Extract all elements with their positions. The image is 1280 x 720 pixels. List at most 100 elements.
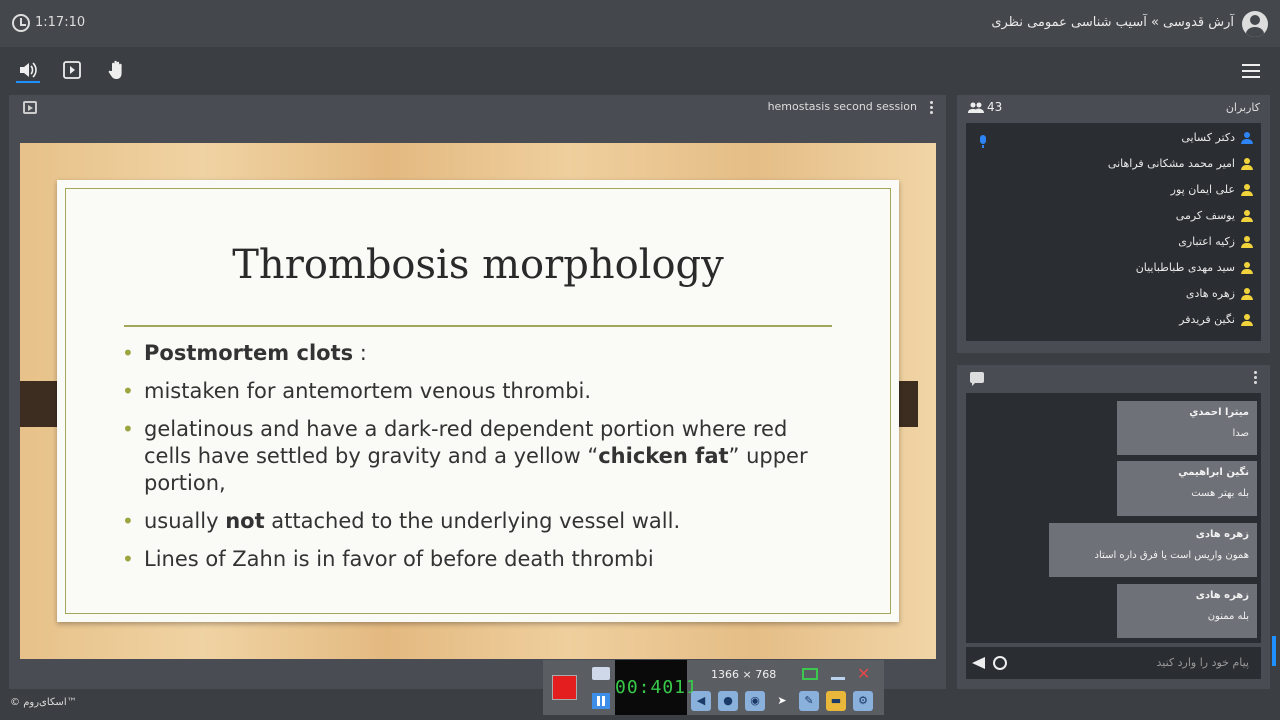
clock-icon <box>12 14 30 32</box>
camera-icon[interactable] <box>592 667 610 680</box>
user-icon <box>1241 288 1253 300</box>
cursor-icon[interactable]: ➤ <box>772 691 792 711</box>
slide-divider <box>124 325 832 327</box>
bullet-item: mistaken for antemortem venous thrombi. <box>120 378 820 405</box>
user-row[interactable]: زهره هادی <box>966 283 1261 309</box>
user-row[interactable]: نگین فریدفر <box>966 309 1261 335</box>
speaker-icon[interactable] <box>17 59 39 81</box>
user-row[interactable]: دکتر کسایی <box>966 127 1261 153</box>
chat-message: نگین ابراهیمي بله بهتر هست <box>1117 461 1257 516</box>
bullet-item: gelatinous and have a dark-red dependent… <box>120 416 820 497</box>
close-icon[interactable]: ✕ <box>857 664 870 683</box>
folder-icon[interactable]: ▬ <box>826 691 846 711</box>
user-name: زهره هادی <box>1185 287 1235 300</box>
room-title: آرش قدوسی » آسیب شناسی عمومی نظری <box>991 15 1234 30</box>
user-icon <box>1241 236 1253 248</box>
top-bar: 1:17:10 آرش قدوسی » آسیب شناسی عمومی نظر… <box>0 0 1280 47</box>
user-name: زکیه اعتباری <box>1178 235 1235 248</box>
play-screen-icon[interactable] <box>61 59 83 81</box>
message-sender: زهره هادی <box>1195 529 1249 540</box>
message-text: صدا <box>1232 428 1249 439</box>
bullet-item: Postmortem clots : <box>120 340 820 367</box>
user-name: علی ایمان پور <box>1170 183 1235 196</box>
bullet-text: attached to the underlying vessel wall. <box>264 509 681 533</box>
left-binder-clip <box>20 381 58 427</box>
user-row[interactable]: علی ایمان پور <box>966 179 1261 205</box>
bullet-text: usually <box>144 509 226 533</box>
user-row[interactable]: زکیه اعتباری <box>966 231 1261 257</box>
bullet-item: usually not attached to the underlying v… <box>120 508 820 535</box>
record-stop-button[interactable] <box>552 675 577 700</box>
message-sender: نگین ابراهیمي <box>1178 467 1249 478</box>
user-name: یوسف کرمی <box>1175 209 1235 222</box>
user-row[interactable]: سید مهدی طباطباییان <box>966 257 1261 283</box>
chat-more-icon[interactable] <box>1254 371 1257 384</box>
presentation-icon[interactable] <box>23 101 37 114</box>
user-icon <box>1241 210 1253 222</box>
users-title: کاربران <box>1225 101 1260 114</box>
message-text: بله بهتر هست <box>1191 488 1249 499</box>
user-icon <box>1241 132 1253 144</box>
toolbar <box>0 47 1280 93</box>
users-group-icon <box>968 102 984 117</box>
brand-footer: © اسکای‌روم™ <box>10 697 77 708</box>
bullet-bold: chicken fat <box>598 444 729 468</box>
screen-recorder: 00:4011 1366 × 768 ✕ ◀ ● ◉ ➤ ✎ ▬ ⚙ <box>543 660 884 715</box>
bullet-bold: not <box>225 509 265 533</box>
user-name: سید مهدی طباطباییان <box>1135 261 1235 274</box>
settings-icon[interactable]: ⚙ <box>853 691 873 711</box>
user-icon <box>1241 158 1253 170</box>
user-row[interactable]: یوسف کرمی <box>966 205 1261 231</box>
slide-page: Thrombosis morphology Postmortem clots :… <box>57 180 899 622</box>
user-avatar-icon[interactable] <box>1242 11 1268 37</box>
active-tab-indicator <box>16 81 40 83</box>
recording-timer: 00:4011 <box>615 660 697 715</box>
pen-icon[interactable]: ✎ <box>799 691 819 711</box>
emoji-icon[interactable] <box>993 656 1007 670</box>
presentation-more-icon[interactable] <box>930 101 933 114</box>
users-count: 43 <box>987 100 1003 114</box>
user-icon <box>1241 184 1253 196</box>
session-time: 1:17:10 <box>35 15 86 30</box>
message-sender: ميترا احمدي <box>1189 407 1249 418</box>
volume-icon[interactable]: ◀ <box>691 691 711 711</box>
message-text: بله ممنون <box>1207 611 1249 622</box>
bullet-text: : <box>353 341 367 365</box>
message-text: همون واریس است یا فرق داره استاد <box>1094 550 1249 561</box>
chat-panel: ميترا احمدي صدا نگین ابراهیمي بله بهتر ه… <box>957 365 1270 689</box>
bullet-bold: Postmortem clots <box>144 341 354 365</box>
user-icon <box>1241 314 1253 326</box>
slide-title: Thrombosis morphology <box>232 242 724 288</box>
session-name: hemostasis second session <box>767 100 917 113</box>
chat-icon <box>970 372 984 386</box>
chat-messages: ميترا احمدي صدا نگین ابراهیمي بله بهتر ه… <box>966 393 1261 643</box>
user-name: دکتر کسایی <box>1181 131 1235 144</box>
chat-message: زهره هادی بله ممنون <box>1117 584 1257 638</box>
users-list: دکتر کسایی امیر محمد مشکانی فراهانی علی … <box>966 123 1261 341</box>
bullet-item: Lines of Zahn is in favor of before deat… <box>120 546 820 573</box>
send-icon[interactable] <box>972 657 985 669</box>
recording-resolution: 1366 × 768 <box>711 668 777 681</box>
message-sender: زهره هادی <box>1195 590 1249 601</box>
user-name: نگین فریدفر <box>1179 313 1235 326</box>
bullet-text: mistaken for antemortem venous thrombi. <box>144 379 592 403</box>
chat-placeholder: پیام خود را وارد کنید <box>1156 656 1249 669</box>
microphone-icon[interactable]: ● <box>718 691 738 711</box>
window-icon[interactable] <box>802 668 818 680</box>
user-name: امیر محمد مشکانی فراهانی <box>1107 157 1235 170</box>
user-icon <box>1241 262 1253 274</box>
pause-icon[interactable] <box>592 693 610 709</box>
slide-area: Thrombosis morphology Postmortem clots :… <box>20 143 936 659</box>
slide-bullets: Postmortem clots : mistaken for antemort… <box>120 340 820 584</box>
webcam-icon[interactable]: ◉ <box>745 691 765 711</box>
chat-message: ميترا احمدي صدا <box>1117 401 1257 455</box>
raise-hand-icon[interactable] <box>106 59 128 81</box>
chat-input[interactable]: پیام خود را وارد کنید <box>966 647 1261 679</box>
user-row[interactable]: امیر محمد مشکانی فراهانی <box>966 153 1261 179</box>
chat-message: زهره هادی همون واریس است یا فرق داره است… <box>1049 523 1257 577</box>
bullet-text: Lines of Zahn is in favor of before deat… <box>144 547 654 571</box>
hamburger-menu-icon[interactable] <box>1242 64 1260 78</box>
chat-scrollbar[interactable] <box>1272 636 1276 666</box>
users-panel: 43 کاربران دکتر کسایی امیر محمد مشکانی ف… <box>957 95 1270 353</box>
minimize-icon[interactable] <box>831 668 845 680</box>
